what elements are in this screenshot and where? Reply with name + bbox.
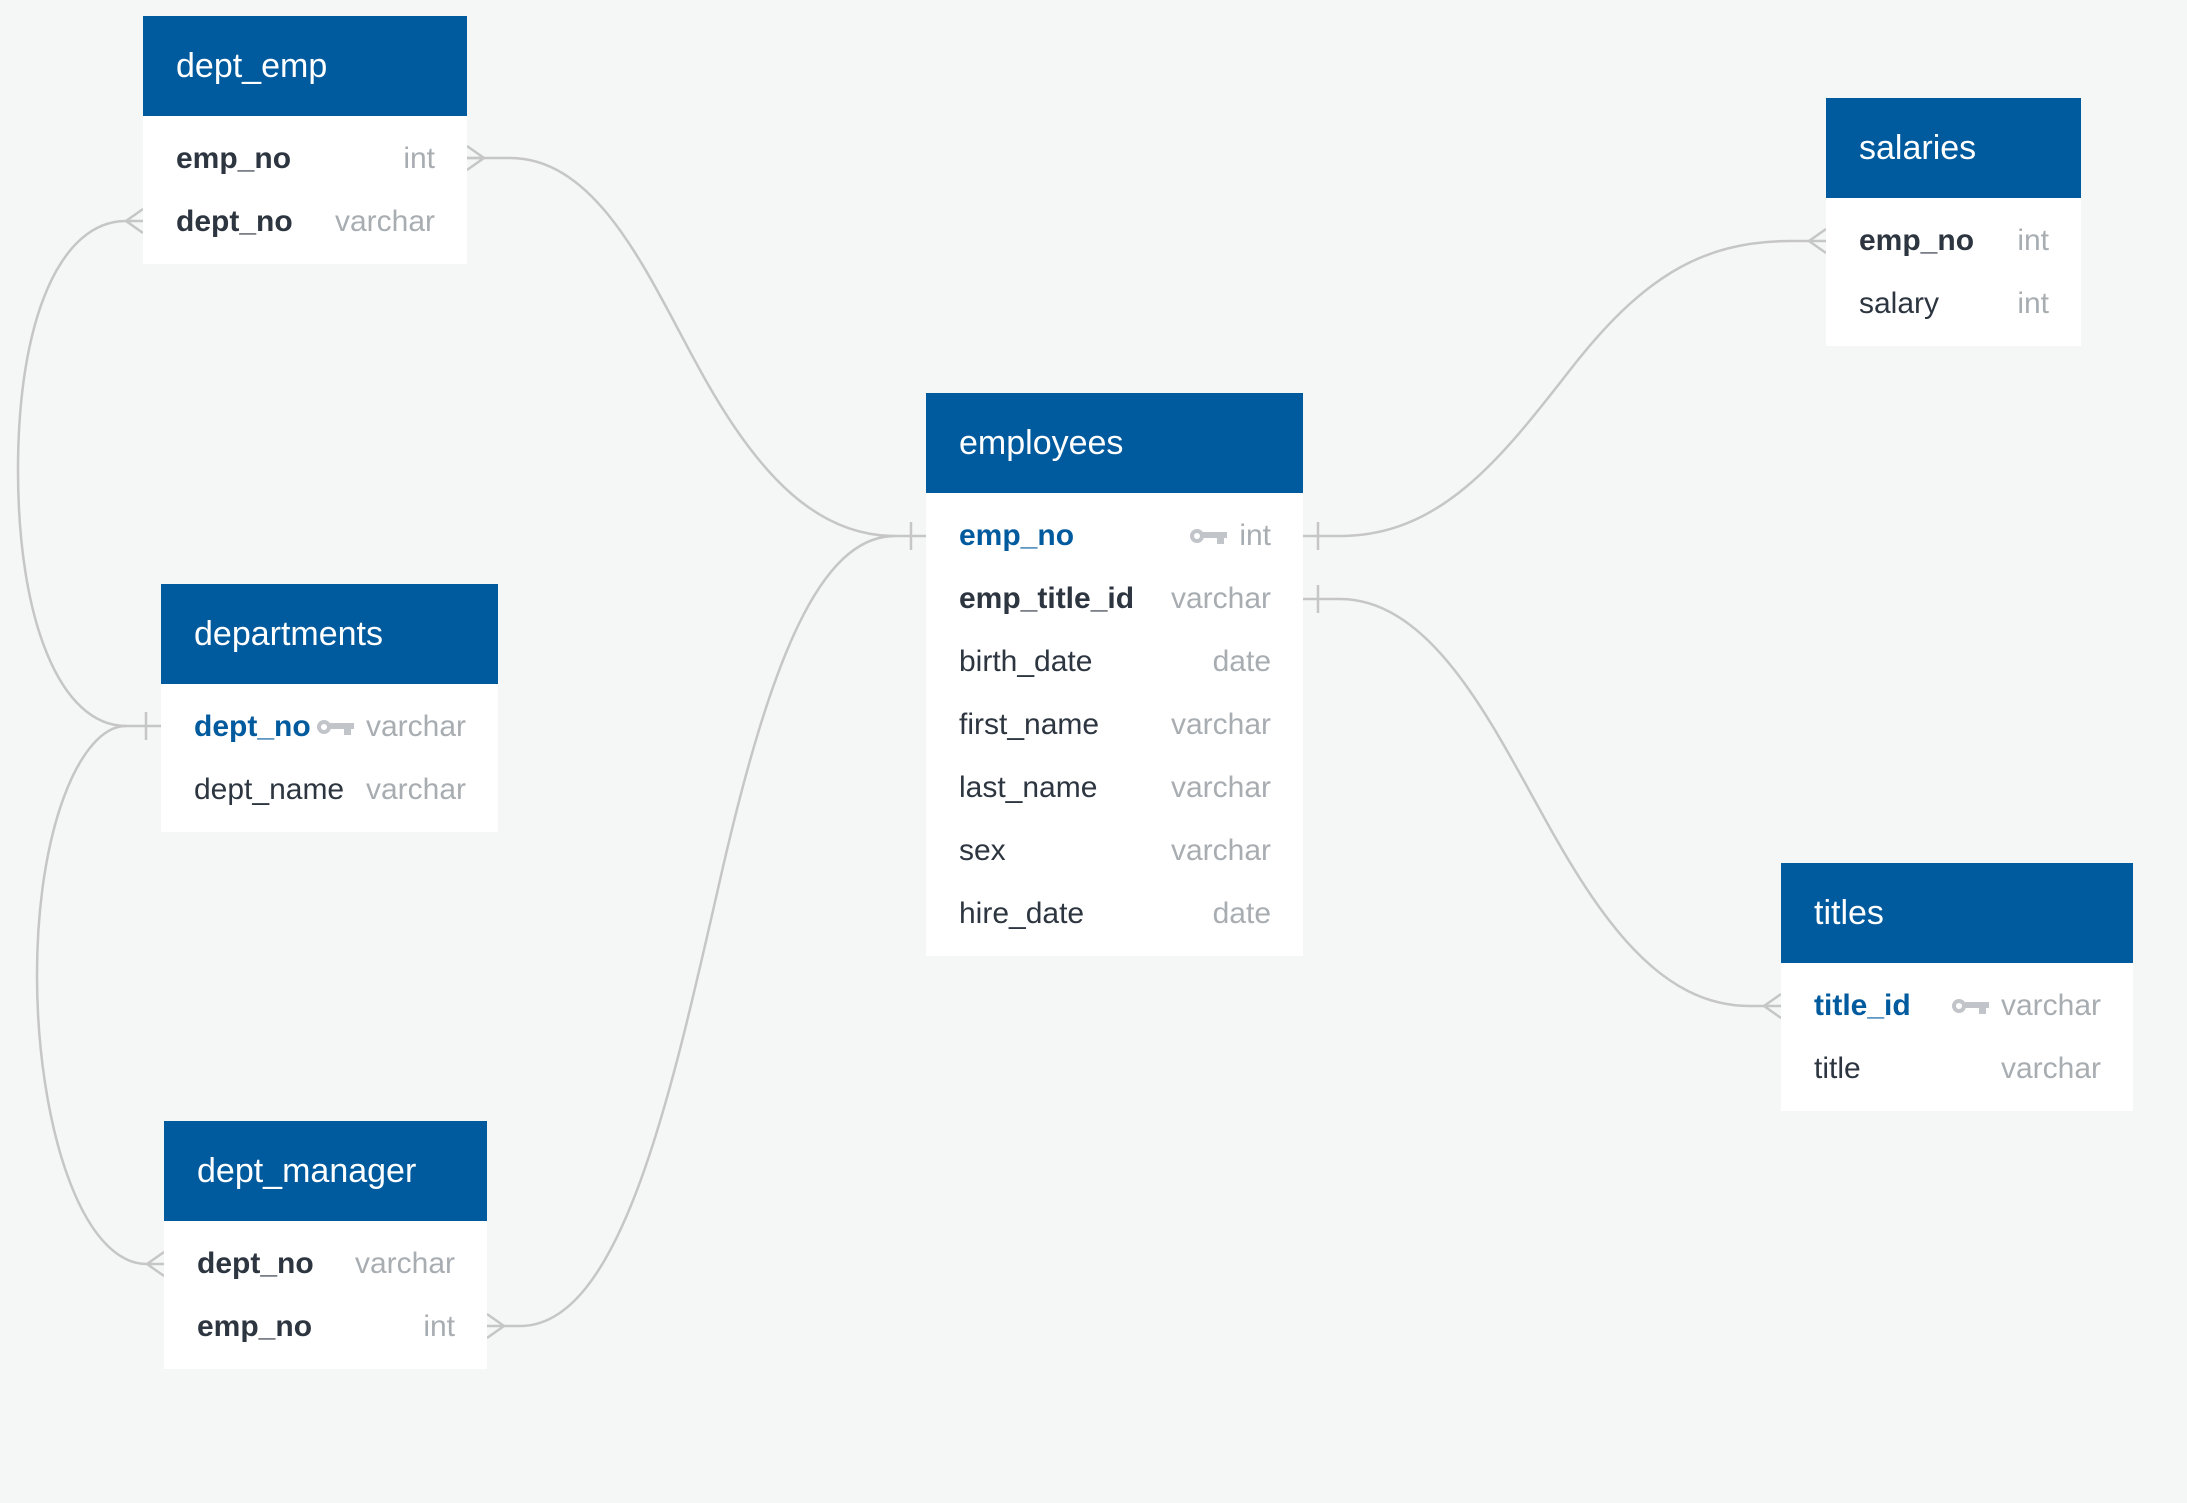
table-title[interactable]: salaries [1826, 98, 2081, 198]
field-row[interactable]: emp_no int [164, 1295, 487, 1358]
table-title[interactable]: employees [926, 393, 1303, 493]
field-name: dept_no [194, 709, 311, 743]
field-type: int [1239, 518, 1271, 552]
field-name: emp_title_id [959, 581, 1135, 615]
link-titles-to-employees[interactable] [1303, 585, 1782, 1020]
field-row[interactable]: hire_date date [926, 882, 1303, 945]
field-type: varchar [334, 204, 435, 238]
field-row[interactable]: salary int [1826, 272, 2081, 335]
field-name: salary [1859, 286, 1940, 320]
field-name: birth_date [959, 644, 1093, 678]
key-icon [1951, 998, 1989, 1014]
field-name: emp_no [1859, 223, 1975, 257]
field-name: emp_no [959, 518, 1075, 552]
field-name: last_name [959, 770, 1098, 804]
field-type: varchar [1170, 833, 1271, 867]
field-type: int [2017, 223, 2049, 257]
field-row[interactable]: first_name varchar [926, 693, 1303, 756]
link-dept-manager-to-employees[interactable] [486, 534, 896, 1340]
field-row[interactable]: last_name varchar [926, 756, 1303, 819]
crowfoot-many-icon [466, 144, 487, 172]
field-row[interactable]: title_id varchar [1781, 974, 2133, 1037]
field-type: varchar [2000, 1051, 2101, 1085]
field-type: date [1212, 896, 1271, 930]
field-row[interactable]: dept_no varchar [161, 695, 498, 758]
field-name: dept_no [176, 204, 293, 238]
field-name: hire_date [959, 896, 1085, 930]
link-dept-emp-to-departments[interactable] [16, 207, 161, 740]
field-name: title [1814, 1051, 1861, 1085]
field-type: varchar [1170, 581, 1271, 615]
field-type: varchar [1170, 707, 1271, 741]
table-employees[interactable]: employees emp_no int emp_title_id varcha… [926, 393, 1303, 956]
field-type: varchar [1170, 770, 1271, 804]
field-row[interactable]: sex varchar [926, 819, 1303, 882]
field-type: int [2017, 286, 2049, 320]
field-type: varchar [365, 772, 466, 806]
field-name: dept_no [197, 1246, 314, 1280]
field-type: int [403, 141, 435, 175]
link-dept-manager-to-departments[interactable] [35, 724, 165, 1278]
field-type: varchar [2000, 988, 2101, 1022]
field-row[interactable]: dept_no varchar [164, 1232, 487, 1295]
field-name: sex [959, 833, 1006, 867]
field-row[interactable]: emp_title_id varchar [926, 567, 1303, 630]
field-row[interactable]: dept_name varchar [161, 758, 498, 821]
field-name: title_id [1814, 988, 1911, 1022]
field-name: emp_no [197, 1309, 313, 1343]
table-title[interactable]: dept_manager [164, 1121, 487, 1221]
table-titles[interactable]: titles title_id varchar title varchar [1781, 863, 2133, 1111]
key-icon [1190, 528, 1228, 544]
field-row[interactable]: emp_no int [1826, 209, 2081, 272]
field-type: varchar [354, 1246, 455, 1280]
table-salaries[interactable]: salaries emp_no int salary int [1826, 98, 2081, 346]
table-dept-manager[interactable]: dept_manager dept_no varchar emp_no int [164, 1121, 487, 1369]
field-name: first_name [959, 707, 1100, 741]
table-title[interactable]: dept_emp [143, 16, 467, 116]
field-type: date [1212, 644, 1271, 678]
field-name: dept_name [194, 772, 345, 806]
field-row[interactable]: emp_no int [143, 127, 467, 190]
field-row[interactable]: dept_no varchar [143, 190, 467, 253]
table-dept-emp[interactable]: dept_emp emp_no int dept_no varchar [143, 16, 467, 264]
field-row[interactable]: title varchar [1781, 1037, 2133, 1100]
field-type: varchar [365, 709, 466, 743]
key-icon [316, 719, 354, 735]
table-title[interactable]: departments [161, 584, 498, 684]
table-departments[interactable]: departments dept_no varchar dept_name va… [161, 584, 498, 832]
field-name: emp_no [176, 141, 292, 175]
link-salaries-to-employees[interactable] [1303, 227, 1827, 550]
table-title[interactable]: titles [1781, 863, 2133, 963]
field-row[interactable]: emp_no int [926, 504, 1303, 567]
field-type: int [423, 1309, 455, 1343]
link-dept-emp-to-employees[interactable] [466, 144, 926, 550]
field-row[interactable]: birth_date date [926, 630, 1303, 693]
